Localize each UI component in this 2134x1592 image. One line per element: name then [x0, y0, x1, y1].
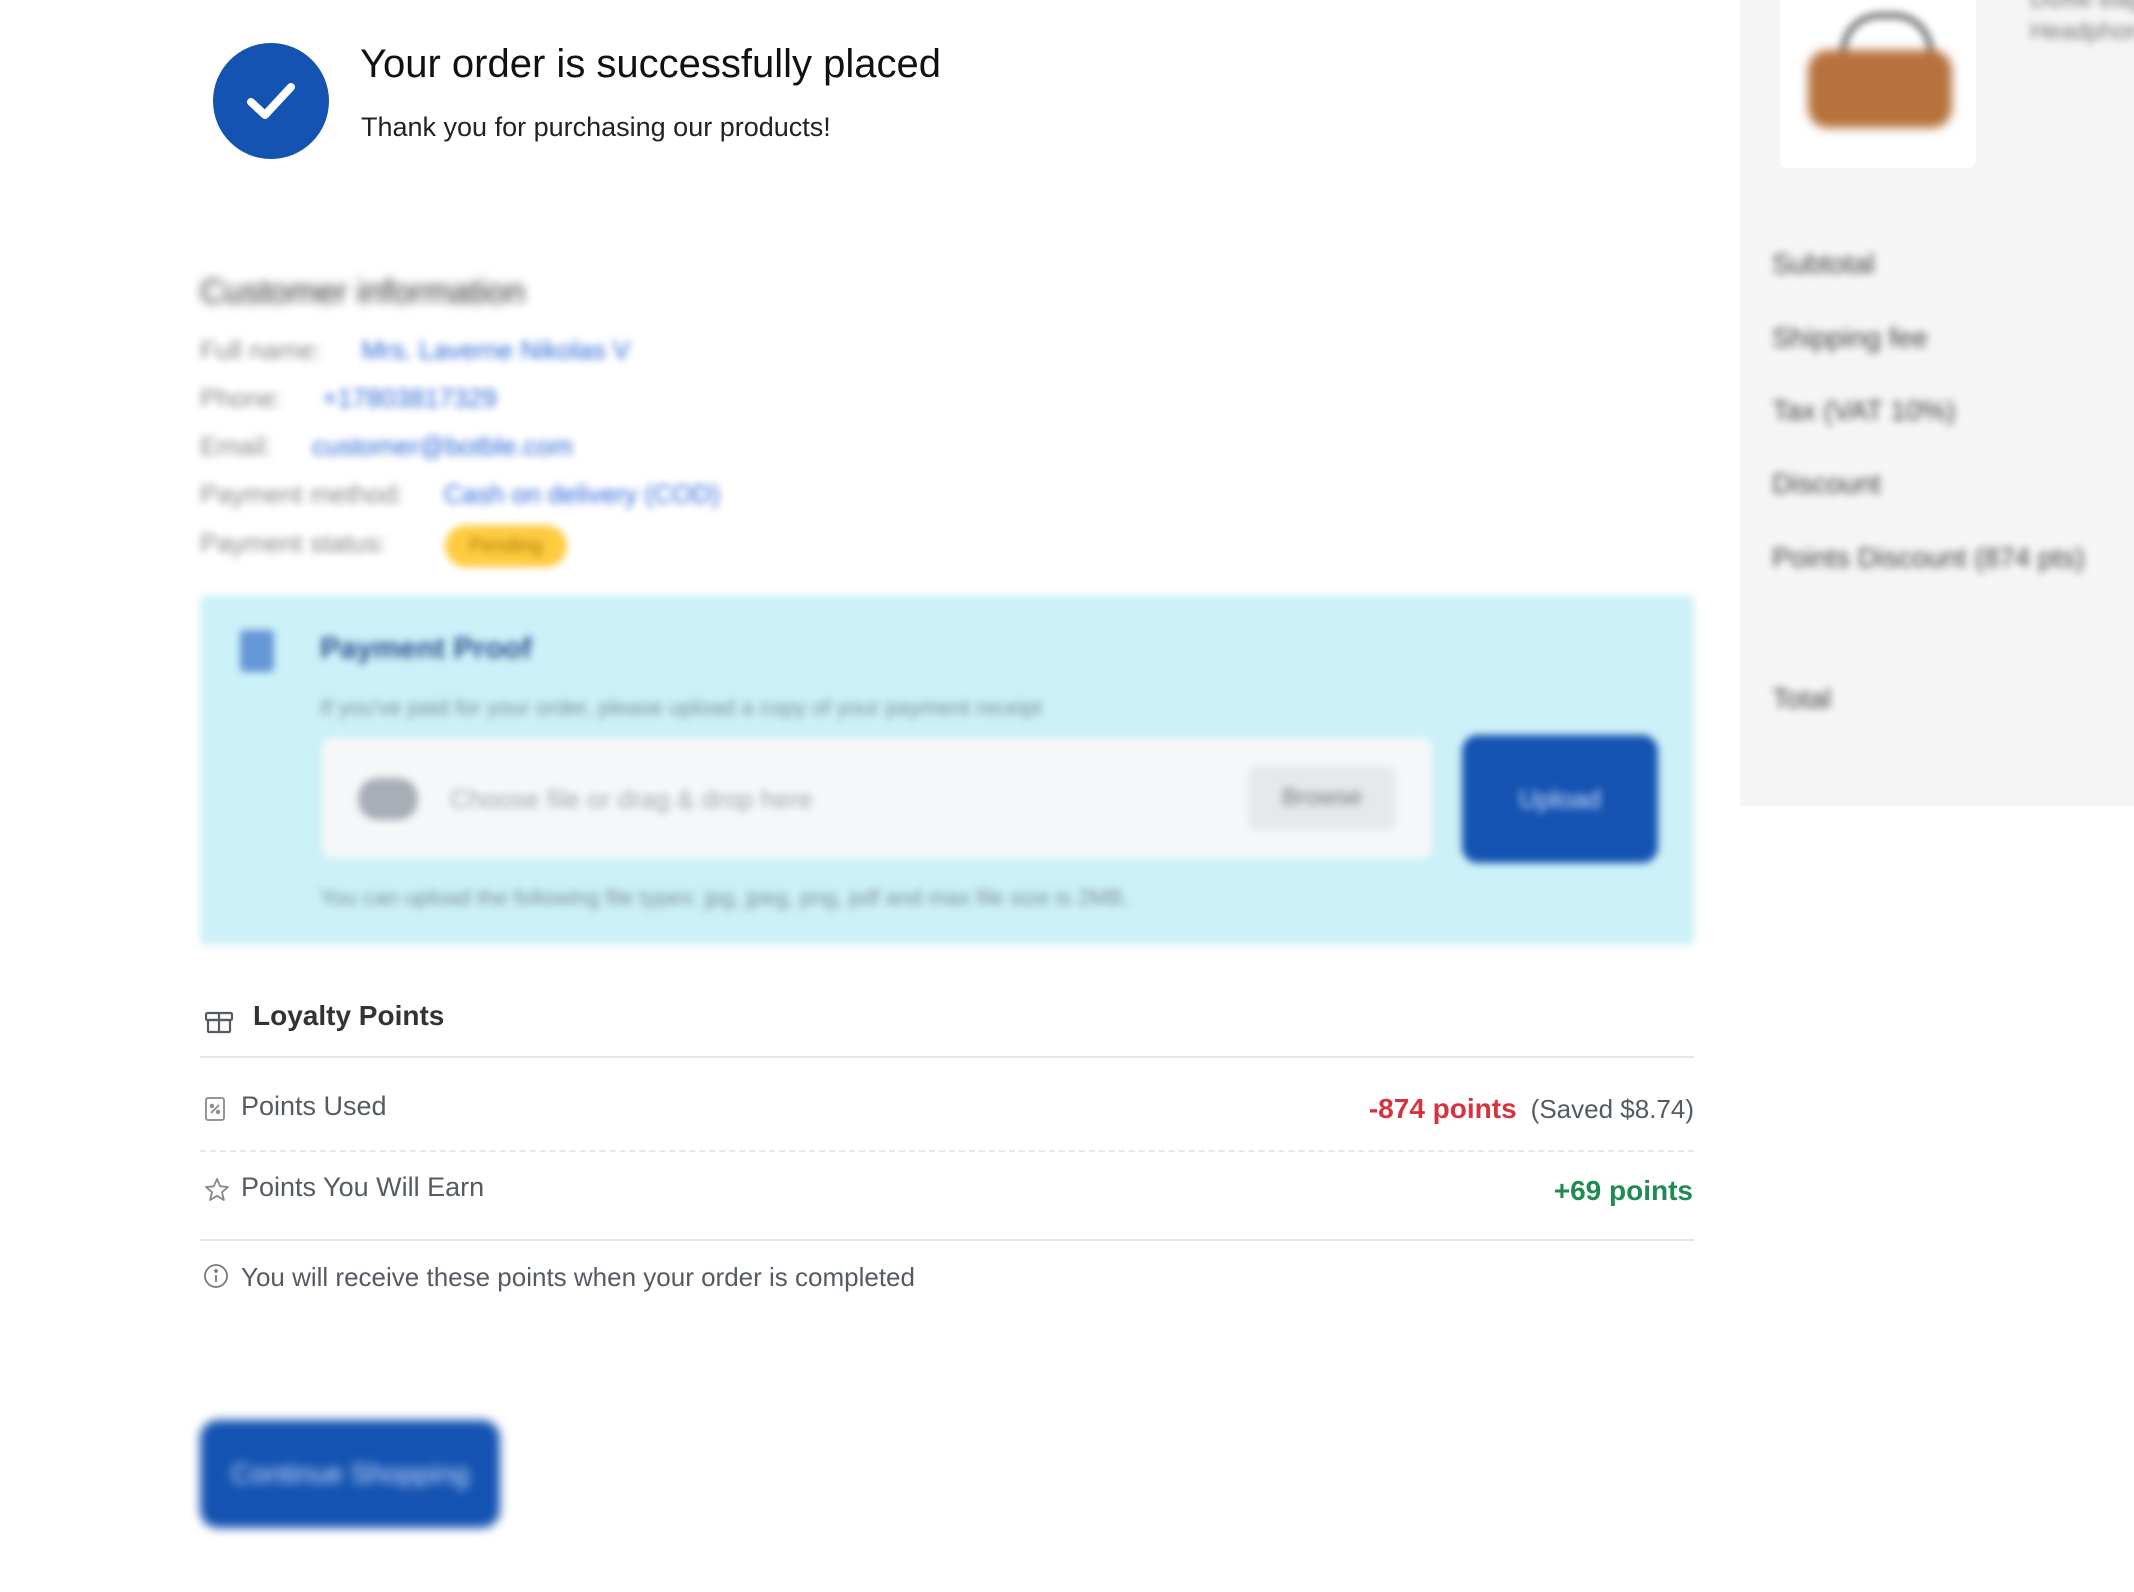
receipt-icon: [203, 1096, 227, 1127]
points-saved-amount: (Saved $8.74): [1530, 1094, 1694, 1124]
summary-tax-label: Tax (VAT 10%): [1772, 395, 1956, 426]
badge-text: Pending: [469, 535, 543, 557]
points-used-value: -874 points (Saved $8.74): [1369, 1093, 1694, 1125]
payment-method-row: Payment method: Cash on delivery (COD): [200, 479, 720, 510]
row-label: Payment method:: [200, 479, 404, 509]
page-title: Your order is successfully placed: [360, 42, 942, 86]
dropzone-placeholder: Choose file or drag & drop here: [450, 784, 813, 814]
document-icon: [240, 630, 274, 672]
payment-proof-title: Payment Proof: [320, 632, 532, 665]
row-value: +17803817329: [322, 383, 497, 413]
points-earn-label: Points You Will Earn: [241, 1172, 485, 1202]
row-label: Phone:: [200, 383, 283, 413]
divider: [200, 1056, 1694, 1058]
row-value: Mrs. Laverne Nikolas V: [361, 335, 631, 365]
browse-button[interactable]: Browse: [1248, 766, 1396, 830]
product-image: [1808, 50, 1952, 128]
row-label: Payment status:: [200, 528, 387, 558]
cloud-upload-icon: [358, 778, 418, 820]
summary-points-discount-label: Points Discount (874 pts): [1772, 542, 2085, 573]
summary-discount-label: Discount: [1772, 468, 1881, 499]
file-dropzone[interactable]: Choose file or drag & drop here Browse: [322, 738, 1432, 858]
summary-subtotal-label: Subtotal: [1772, 248, 1875, 279]
product-variant: Headphone: [2030, 18, 2134, 45]
row-label: Email:: [200, 431, 273, 461]
loyalty-title: Loyalty Points: [253, 1000, 445, 1031]
status-badge: Pending: [445, 525, 567, 567]
points-used-label: Points Used: [241, 1091, 387, 1121]
payment-proof-description: If you've paid for your order, please up…: [320, 695, 1043, 720]
customer-phone-row: Phone: +17803817329: [200, 383, 497, 414]
info-icon: [203, 1263, 229, 1294]
customer-email-row: Email: customer@botble.com: [200, 431, 573, 462]
summary-total-label: Total: [1772, 683, 1832, 714]
row-value: Cash on delivery (COD): [443, 479, 720, 509]
upload-button[interactable]: Upload: [1462, 735, 1658, 863]
points-earn-value: +69 points: [1553, 1175, 1693, 1206]
continue-shopping-button[interactable]: Continue Shopping: [200, 1420, 500, 1528]
customer-info-heading: Customer information: [200, 273, 526, 311]
check-circle-icon: [213, 43, 329, 159]
row-label: Full name:: [200, 335, 322, 365]
star-icon: [203, 1176, 231, 1209]
payment-status-row: Payment status:: [200, 528, 426, 559]
gift-icon: [203, 1003, 235, 1040]
summary-shipping-label: Shipping fee: [1772, 322, 1928, 353]
page-subtitle: Thank you for purchasing our products!: [361, 112, 831, 142]
points-info-text: You will receive these points when your …: [241, 1262, 915, 1292]
payment-proof-note: You can upload the following file types:…: [320, 885, 1129, 910]
customer-name-row: Full name: Mrs. Laverne Nikolas V: [200, 335, 630, 366]
points-used-amount: -874 points: [1368, 1093, 1517, 1124]
product-name: Duffle Bag: [2030, 0, 2134, 14]
row-value: customer@botble.com: [312, 431, 573, 461]
divider: [200, 1150, 1694, 1152]
divider: [200, 1239, 1694, 1241]
